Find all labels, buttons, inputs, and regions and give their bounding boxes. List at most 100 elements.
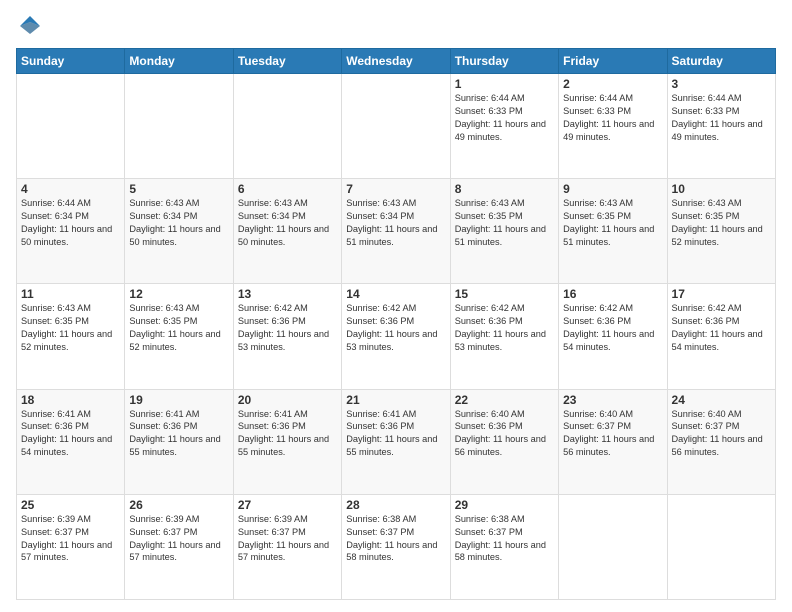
calendar-week-row: 1Sunrise: 6:44 AM Sunset: 6:33 PM Daylig… xyxy=(17,74,776,179)
day-number: 7 xyxy=(346,182,445,196)
day-info: Sunrise: 6:40 AM Sunset: 6:37 PM Dayligh… xyxy=(563,408,662,460)
day-info: Sunrise: 6:38 AM Sunset: 6:37 PM Dayligh… xyxy=(455,513,554,565)
calendar-day-cell: 23Sunrise: 6:40 AM Sunset: 6:37 PM Dayli… xyxy=(559,389,667,494)
calendar-day-cell xyxy=(559,494,667,599)
calendar-day-cell: 5Sunrise: 6:43 AM Sunset: 6:34 PM Daylig… xyxy=(125,179,233,284)
calendar-day-cell: 17Sunrise: 6:42 AM Sunset: 6:36 PM Dayli… xyxy=(667,284,775,389)
day-number: 14 xyxy=(346,287,445,301)
day-info: Sunrise: 6:43 AM Sunset: 6:34 PM Dayligh… xyxy=(238,197,337,249)
calendar-day-cell: 16Sunrise: 6:42 AM Sunset: 6:36 PM Dayli… xyxy=(559,284,667,389)
day-number: 16 xyxy=(563,287,662,301)
day-number: 25 xyxy=(21,498,120,512)
day-number: 13 xyxy=(238,287,337,301)
day-info: Sunrise: 6:43 AM Sunset: 6:34 PM Dayligh… xyxy=(346,197,445,249)
day-number: 27 xyxy=(238,498,337,512)
day-info: Sunrise: 6:43 AM Sunset: 6:35 PM Dayligh… xyxy=(563,197,662,249)
calendar-day-cell: 8Sunrise: 6:43 AM Sunset: 6:35 PM Daylig… xyxy=(450,179,558,284)
calendar-day-cell xyxy=(667,494,775,599)
calendar-day-cell: 28Sunrise: 6:38 AM Sunset: 6:37 PM Dayli… xyxy=(342,494,450,599)
day-info: Sunrise: 6:39 AM Sunset: 6:37 PM Dayligh… xyxy=(21,513,120,565)
calendar-header-cell: Thursday xyxy=(450,49,558,74)
day-number: 2 xyxy=(563,77,662,91)
calendar-day-cell: 7Sunrise: 6:43 AM Sunset: 6:34 PM Daylig… xyxy=(342,179,450,284)
day-info: Sunrise: 6:43 AM Sunset: 6:35 PM Dayligh… xyxy=(129,302,228,354)
day-number: 3 xyxy=(672,77,771,91)
day-info: Sunrise: 6:42 AM Sunset: 6:36 PM Dayligh… xyxy=(563,302,662,354)
day-info: Sunrise: 6:40 AM Sunset: 6:37 PM Dayligh… xyxy=(672,408,771,460)
day-number: 15 xyxy=(455,287,554,301)
day-info: Sunrise: 6:43 AM Sunset: 6:35 PM Dayligh… xyxy=(672,197,771,249)
calendar-day-cell: 19Sunrise: 6:41 AM Sunset: 6:36 PM Dayli… xyxy=(125,389,233,494)
calendar-day-cell: 14Sunrise: 6:42 AM Sunset: 6:36 PM Dayli… xyxy=(342,284,450,389)
calendar-header-cell: Sunday xyxy=(17,49,125,74)
day-info: Sunrise: 6:44 AM Sunset: 6:34 PM Dayligh… xyxy=(21,197,120,249)
day-number: 23 xyxy=(563,393,662,407)
calendar-day-cell: 2Sunrise: 6:44 AM Sunset: 6:33 PM Daylig… xyxy=(559,74,667,179)
calendar-header-cell: Tuesday xyxy=(233,49,341,74)
day-info: Sunrise: 6:38 AM Sunset: 6:37 PM Dayligh… xyxy=(346,513,445,565)
day-number: 1 xyxy=(455,77,554,91)
logo xyxy=(16,12,48,40)
day-info: Sunrise: 6:39 AM Sunset: 6:37 PM Dayligh… xyxy=(129,513,228,565)
day-info: Sunrise: 6:41 AM Sunset: 6:36 PM Dayligh… xyxy=(346,408,445,460)
day-number: 26 xyxy=(129,498,228,512)
day-number: 19 xyxy=(129,393,228,407)
day-info: Sunrise: 6:44 AM Sunset: 6:33 PM Dayligh… xyxy=(672,92,771,144)
calendar-day-cell: 29Sunrise: 6:38 AM Sunset: 6:37 PM Dayli… xyxy=(450,494,558,599)
page: SundayMondayTuesdayWednesdayThursdayFrid… xyxy=(0,0,792,612)
calendar-day-cell xyxy=(342,74,450,179)
calendar-day-cell: 25Sunrise: 6:39 AM Sunset: 6:37 PM Dayli… xyxy=(17,494,125,599)
day-info: Sunrise: 6:42 AM Sunset: 6:36 PM Dayligh… xyxy=(672,302,771,354)
calendar-day-cell: 10Sunrise: 6:43 AM Sunset: 6:35 PM Dayli… xyxy=(667,179,775,284)
day-number: 20 xyxy=(238,393,337,407)
calendar-day-cell: 6Sunrise: 6:43 AM Sunset: 6:34 PM Daylig… xyxy=(233,179,341,284)
calendar-week-row: 11Sunrise: 6:43 AM Sunset: 6:35 PM Dayli… xyxy=(17,284,776,389)
day-info: Sunrise: 6:41 AM Sunset: 6:36 PM Dayligh… xyxy=(238,408,337,460)
calendar-day-cell xyxy=(17,74,125,179)
day-info: Sunrise: 6:44 AM Sunset: 6:33 PM Dayligh… xyxy=(455,92,554,144)
day-number: 21 xyxy=(346,393,445,407)
day-number: 8 xyxy=(455,182,554,196)
calendar-day-cell: 15Sunrise: 6:42 AM Sunset: 6:36 PM Dayli… xyxy=(450,284,558,389)
calendar-day-cell xyxy=(125,74,233,179)
day-info: Sunrise: 6:42 AM Sunset: 6:36 PM Dayligh… xyxy=(455,302,554,354)
calendar-week-row: 25Sunrise: 6:39 AM Sunset: 6:37 PM Dayli… xyxy=(17,494,776,599)
calendar-day-cell xyxy=(233,74,341,179)
day-info: Sunrise: 6:39 AM Sunset: 6:37 PM Dayligh… xyxy=(238,513,337,565)
calendar-day-cell: 20Sunrise: 6:41 AM Sunset: 6:36 PM Dayli… xyxy=(233,389,341,494)
calendar-header-cell: Saturday xyxy=(667,49,775,74)
calendar-header-cell: Wednesday xyxy=(342,49,450,74)
day-info: Sunrise: 6:41 AM Sunset: 6:36 PM Dayligh… xyxy=(129,408,228,460)
calendar-day-cell: 3Sunrise: 6:44 AM Sunset: 6:33 PM Daylig… xyxy=(667,74,775,179)
calendar-header: SundayMondayTuesdayWednesdayThursdayFrid… xyxy=(17,49,776,74)
calendar-day-cell: 1Sunrise: 6:44 AM Sunset: 6:33 PM Daylig… xyxy=(450,74,558,179)
calendar-day-cell: 12Sunrise: 6:43 AM Sunset: 6:35 PM Dayli… xyxy=(125,284,233,389)
day-number: 28 xyxy=(346,498,445,512)
calendar-day-cell: 24Sunrise: 6:40 AM Sunset: 6:37 PM Dayli… xyxy=(667,389,775,494)
header xyxy=(16,12,776,40)
day-number: 17 xyxy=(672,287,771,301)
logo-icon xyxy=(16,12,44,40)
day-number: 11 xyxy=(21,287,120,301)
calendar-day-cell: 11Sunrise: 6:43 AM Sunset: 6:35 PM Dayli… xyxy=(17,284,125,389)
day-info: Sunrise: 6:43 AM Sunset: 6:34 PM Dayligh… xyxy=(129,197,228,249)
day-info: Sunrise: 6:42 AM Sunset: 6:36 PM Dayligh… xyxy=(346,302,445,354)
calendar-header-cell: Friday xyxy=(559,49,667,74)
day-info: Sunrise: 6:42 AM Sunset: 6:36 PM Dayligh… xyxy=(238,302,337,354)
calendar-table: SundayMondayTuesdayWednesdayThursdayFrid… xyxy=(16,48,776,600)
calendar-day-cell: 27Sunrise: 6:39 AM Sunset: 6:37 PM Dayli… xyxy=(233,494,341,599)
day-info: Sunrise: 6:41 AM Sunset: 6:36 PM Dayligh… xyxy=(21,408,120,460)
calendar-week-row: 18Sunrise: 6:41 AM Sunset: 6:36 PM Dayli… xyxy=(17,389,776,494)
day-number: 18 xyxy=(21,393,120,407)
day-number: 22 xyxy=(455,393,554,407)
day-info: Sunrise: 6:44 AM Sunset: 6:33 PM Dayligh… xyxy=(563,92,662,144)
day-number: 9 xyxy=(563,182,662,196)
calendar-day-cell: 13Sunrise: 6:42 AM Sunset: 6:36 PM Dayli… xyxy=(233,284,341,389)
day-number: 5 xyxy=(129,182,228,196)
calendar-day-cell: 21Sunrise: 6:41 AM Sunset: 6:36 PM Dayli… xyxy=(342,389,450,494)
calendar-day-cell: 4Sunrise: 6:44 AM Sunset: 6:34 PM Daylig… xyxy=(17,179,125,284)
day-number: 24 xyxy=(672,393,771,407)
calendar-day-cell: 22Sunrise: 6:40 AM Sunset: 6:36 PM Dayli… xyxy=(450,389,558,494)
day-number: 12 xyxy=(129,287,228,301)
day-info: Sunrise: 6:43 AM Sunset: 6:35 PM Dayligh… xyxy=(21,302,120,354)
